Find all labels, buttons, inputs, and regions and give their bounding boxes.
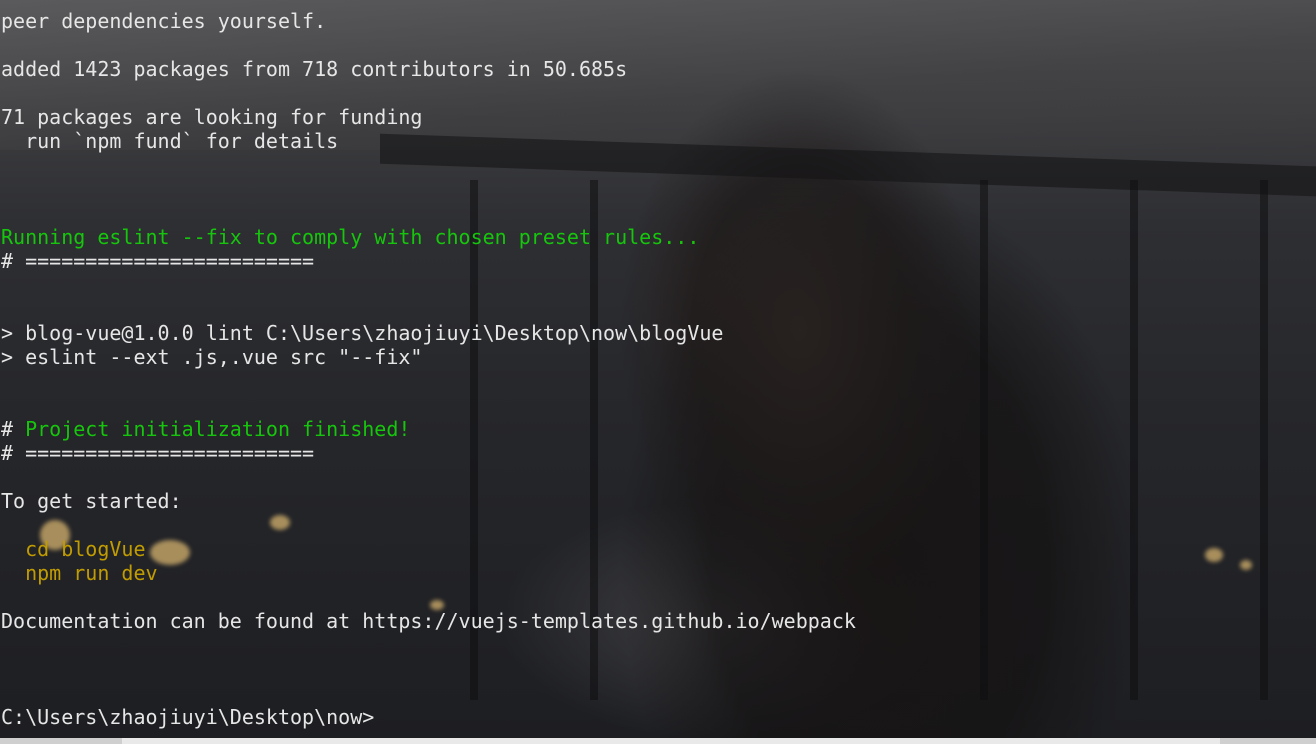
terminal-line: npm run dev: [1, 561, 856, 585]
background-pillar: [980, 180, 988, 700]
terminal-line-text: run `npm fund` for details: [1, 129, 339, 153]
background-pillar: [1130, 180, 1138, 700]
terminal-line-text: peer dependencies yourself.: [1, 9, 327, 33]
terminal-line: # ========================: [1, 441, 856, 465]
city-light: [1240, 560, 1252, 570]
terminal-line: Documentation can be found at https://vu…: [1, 609, 856, 633]
terminal-line-text: # ========================: [1, 249, 315, 273]
terminal-line-text: 71 packages are looking for funding: [1, 105, 423, 129]
terminal-line-text: Running eslint --fix to comply with chos…: [1, 225, 700, 249]
terminal-line-text: C:\Users\zhaojiuyi\Desktop\now>: [1, 705, 375, 729]
terminal-line-text: > eslint --ext .js,.vue src "--fix": [1, 345, 423, 369]
terminal-line: # Project initialization finished!: [1, 417, 856, 441]
terminal-line: # ========================: [1, 249, 856, 273]
terminal-line: peer dependencies yourself.: [1, 9, 856, 33]
terminal-line-text: To get started:: [1, 489, 182, 513]
city-light: [1205, 548, 1223, 562]
terminal-line-text: cd blogVue: [1, 537, 146, 561]
terminal-line: 71 packages are looking for funding: [1, 105, 856, 129]
terminal-line: Running eslint --fix to comply with chos…: [1, 225, 856, 249]
terminal-line: run `npm fund` for details: [1, 129, 856, 153]
terminal-line: To get started:: [1, 489, 856, 513]
terminal-line-text: npm run dev: [1, 561, 158, 585]
terminal-line-text: # ========================: [1, 441, 315, 465]
terminal-line: C:\Users\zhaojiuyi\Desktop\now>: [1, 705, 856, 729]
terminal-line-text: #: [1, 417, 26, 441]
scrollbar-thumb[interactable]: [122, 738, 1220, 744]
terminal-window[interactable]: peer dependencies yourself. added 1423 pa…: [0, 0, 1316, 744]
terminal-line: cd blogVue: [1, 537, 856, 561]
terminal-line-text: added 1423 packages from 718 contributor…: [1, 57, 628, 81]
terminal-line-text: > blog-vue@1.0.0 lint C:\Users\zhaojiuyi…: [1, 321, 724, 345]
terminal-line-text: Documentation can be found at https://vu…: [1, 609, 856, 633]
terminal-line: > eslint --ext .js,.vue src "--fix": [1, 345, 856, 369]
background-pillar: [1260, 180, 1268, 700]
terminal-output[interactable]: peer dependencies yourself. added 1423 pa…: [1, 9, 856, 729]
terminal-line-highlight: Project initialization finished!: [25, 417, 411, 441]
horizontal-scrollbar[interactable]: [0, 738, 1316, 744]
terminal-line: > blog-vue@1.0.0 lint C:\Users\zhaojiuyi…: [1, 321, 856, 345]
terminal-line: added 1423 packages from 718 contributor…: [1, 57, 856, 81]
